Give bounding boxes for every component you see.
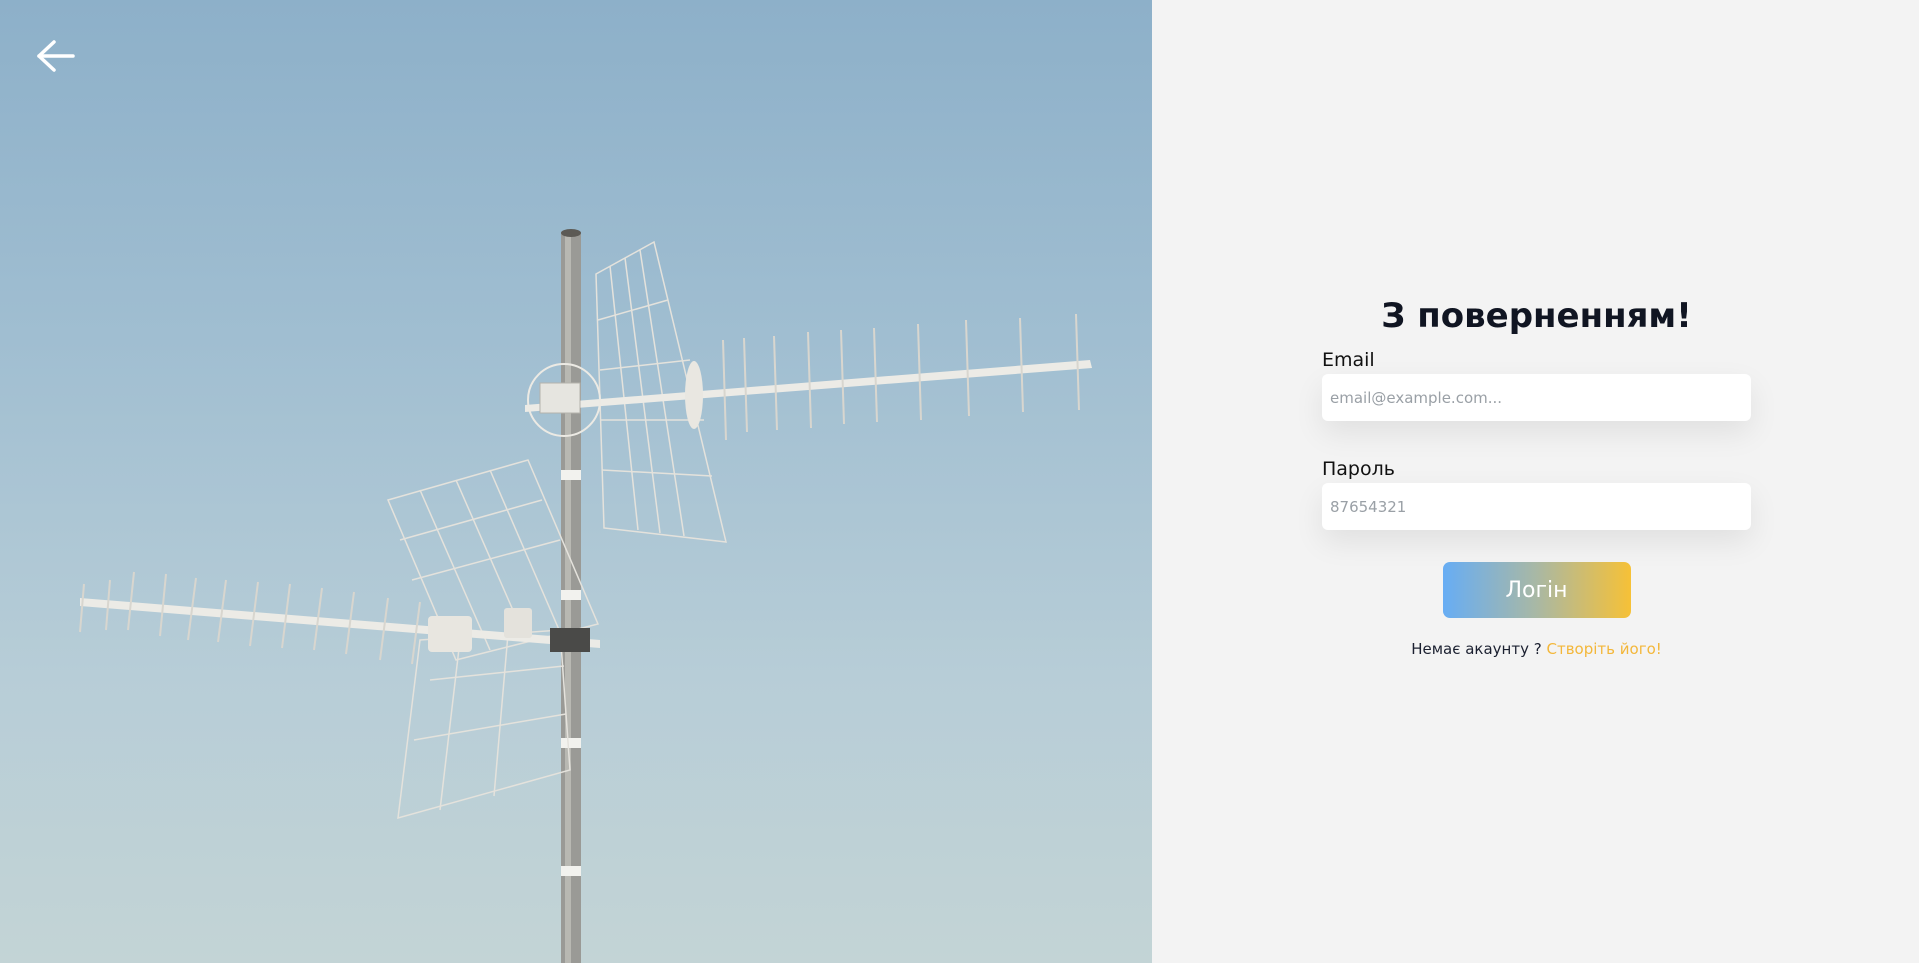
hero-image (0, 0, 1152, 963)
signup-prompt: Немає акаунту ? (1411, 640, 1542, 658)
login-button[interactable]: Логін (1442, 562, 1631, 618)
password-label: Пароль (1322, 458, 1395, 480)
login-form: З поверненням! Email Пароль Логін Немає … (1322, 294, 1751, 658)
page-title: З поверненням! (1381, 296, 1692, 336)
submit-wrap: Логін (1322, 562, 1751, 618)
signup-prompt-row: Немає акаунту ? Створіть його! (1322, 640, 1751, 658)
antenna-photo (79, 229, 1092, 963)
arrow-left-icon (37, 40, 75, 72)
email-field[interactable] (1322, 374, 1751, 421)
password-field[interactable] (1322, 483, 1751, 530)
login-panel: З поверненням! Email Пароль Логін Немає … (1152, 0, 1919, 963)
back-button[interactable] (34, 38, 78, 74)
email-label: Email (1322, 349, 1375, 371)
signup-link[interactable]: Створіть його! (1547, 640, 1662, 658)
